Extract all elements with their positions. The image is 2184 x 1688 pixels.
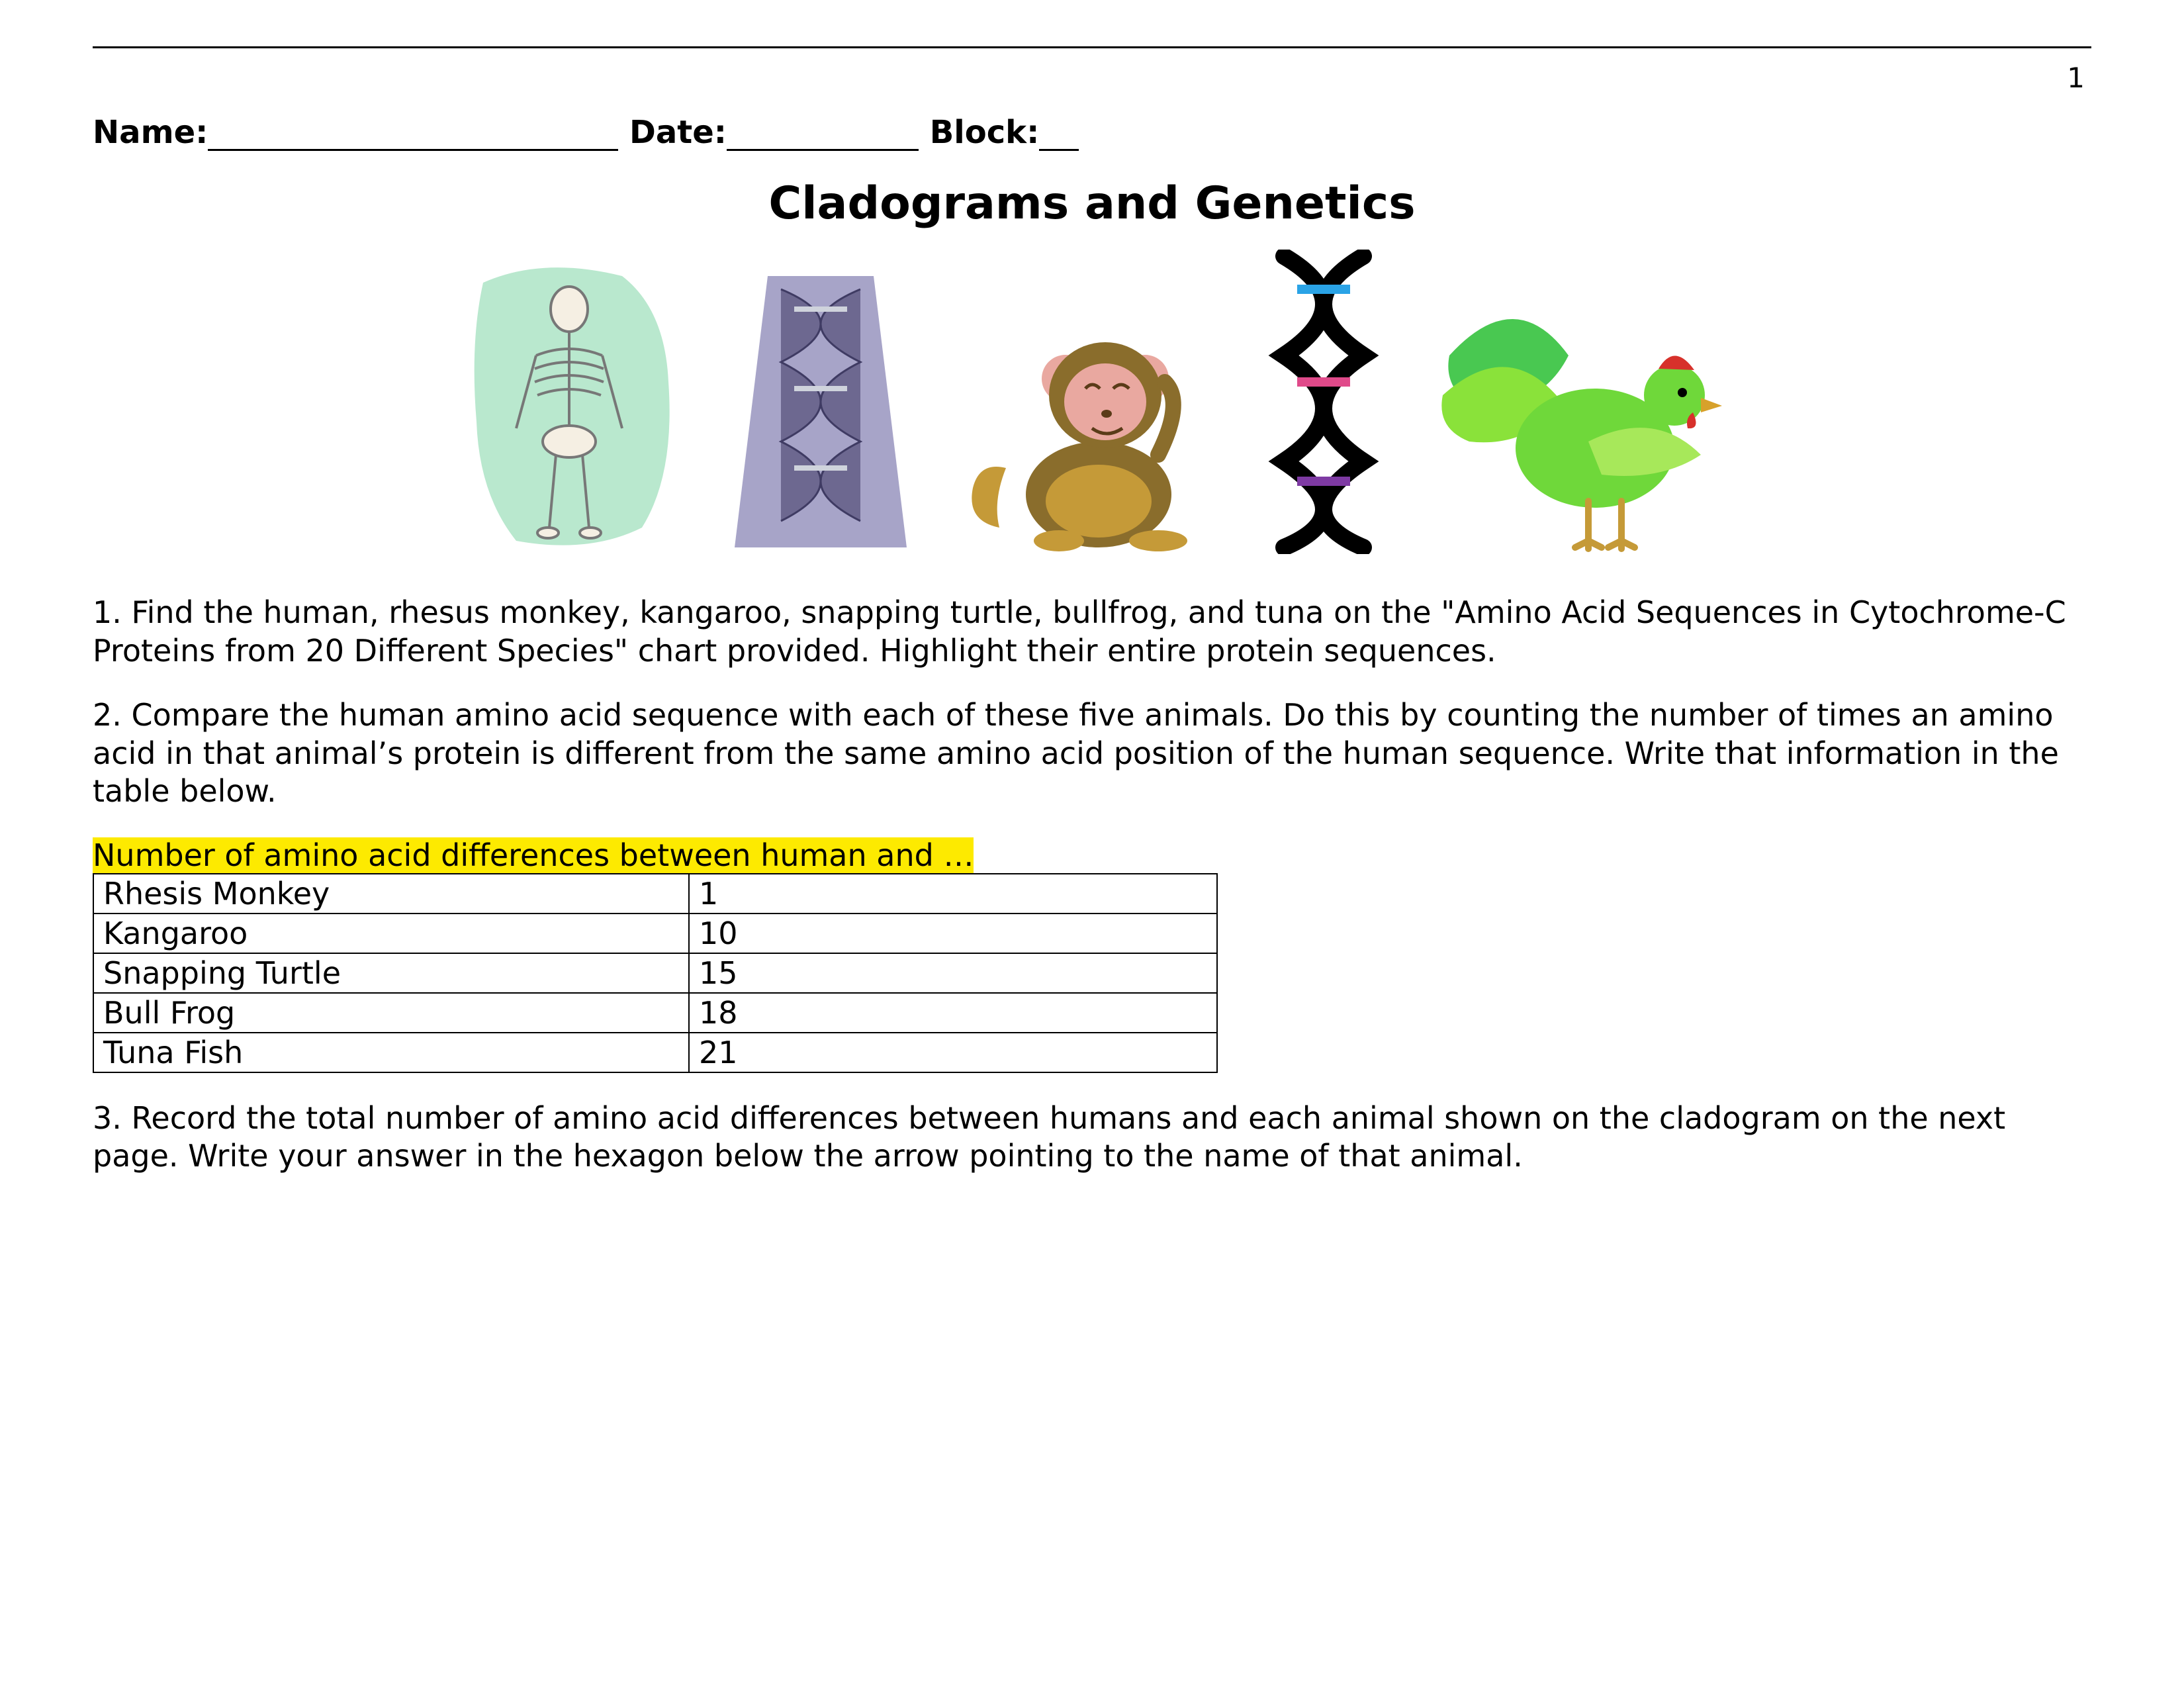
table-caption: Number of amino acid differences between…: [93, 837, 974, 873]
species-cell: Tuna Fish: [93, 1033, 689, 1072]
species-cell: Snapping Turtle: [93, 953, 689, 993]
question-3: 3. Record the total number of amino acid…: [93, 1100, 2091, 1176]
dna-ribbon-icon: [708, 263, 933, 554]
worksheet-page: 1 Name: Date: Block: Cladograms and Gene…: [0, 0, 2184, 1176]
species-cell: Kangaroo: [93, 914, 689, 953]
page-number: 1: [93, 62, 2091, 94]
top-rule: [93, 46, 2091, 48]
table-row: Kangaroo 10: [93, 914, 1217, 953]
table-row: Tuna Fish 21: [93, 1033, 1217, 1072]
date-label: Date:: [629, 114, 727, 151]
question-2: 2. Compare the human amino acid sequence…: [93, 696, 2091, 811]
species-cell: Rhesis Monkey: [93, 874, 689, 914]
table-row: Snapping Turtle 15: [93, 953, 1217, 993]
table-caption-wrap: Number of amino acid differences between…: [93, 837, 2091, 873]
block-blank[interactable]: [1039, 149, 1079, 151]
rooster-icon: [1423, 276, 1727, 554]
table-row: Rhesis Monkey 1: [93, 874, 1217, 914]
value-cell[interactable]: 10: [689, 914, 1217, 953]
species-cell: Bull Frog: [93, 993, 689, 1033]
value-cell[interactable]: 15: [689, 953, 1217, 993]
name-label: Name:: [93, 114, 208, 151]
monkey-icon: [960, 303, 1224, 554]
value-cell[interactable]: 21: [689, 1033, 1217, 1072]
block-label: Block:: [930, 114, 1040, 151]
dna-helix-icon: [1251, 250, 1396, 554]
differences-table: Rhesis Monkey 1 Kangaroo 10 Snapping Tur…: [93, 873, 1218, 1073]
question-1: 1. Find the human, rhesus monkey, kangar…: [93, 594, 2091, 670]
table-row: Bull Frog 18: [93, 993, 1217, 1033]
clipart-row: [93, 250, 2091, 554]
skeleton-icon: [457, 263, 682, 554]
student-info-line: Name: Date: Block:: [93, 114, 2091, 151]
page-title: Cladograms and Genetics: [93, 177, 2091, 230]
value-cell[interactable]: 18: [689, 993, 1217, 1033]
name-blank[interactable]: [208, 149, 618, 151]
value-cell[interactable]: 1: [689, 874, 1217, 914]
date-blank[interactable]: [727, 149, 919, 151]
